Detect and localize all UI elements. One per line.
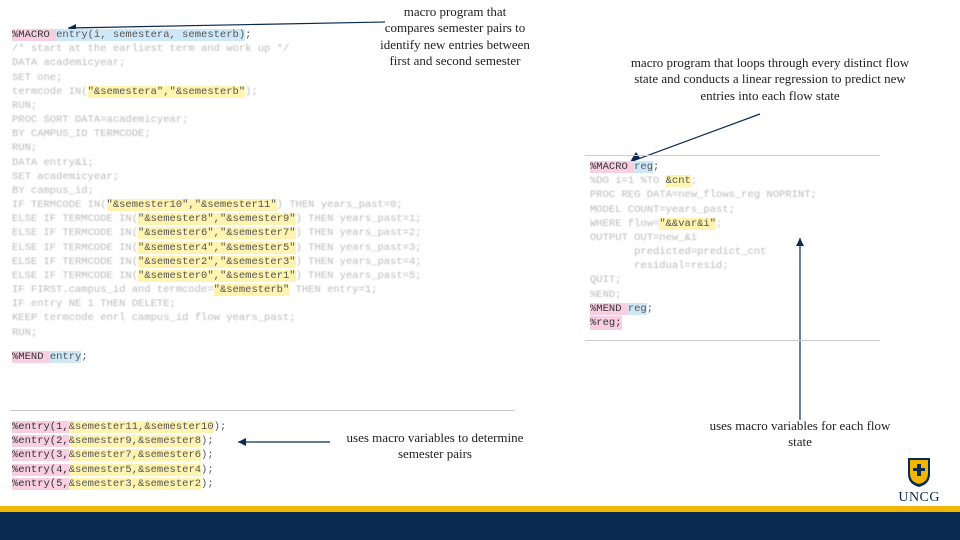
- annotation-bottom-right: uses macro variables for each flow state: [700, 418, 900, 451]
- uncg-logo: UNCG: [898, 456, 940, 506]
- annotation-top-right: macro program that loops through every d…: [620, 55, 920, 104]
- divider: [585, 155, 880, 156]
- code-block-reg-macro: %MACRO reg; %DO i=1 %TO &cnt; PROC REG D…: [590, 160, 880, 330]
- annotation-bottom-left: uses macro variables to determine semest…: [330, 430, 540, 463]
- code-block-entry-macro: %MACRO entry(i, semestera, semesterb); /…: [12, 28, 512, 364]
- logo-text: UNCG: [898, 490, 940, 506]
- code-block-entry-calls: %entry(1,&semester11,&semester10); %entr…: [12, 420, 312, 491]
- divider: [585, 340, 880, 341]
- divider: [10, 410, 515, 411]
- footer-navy-bar: [0, 512, 960, 540]
